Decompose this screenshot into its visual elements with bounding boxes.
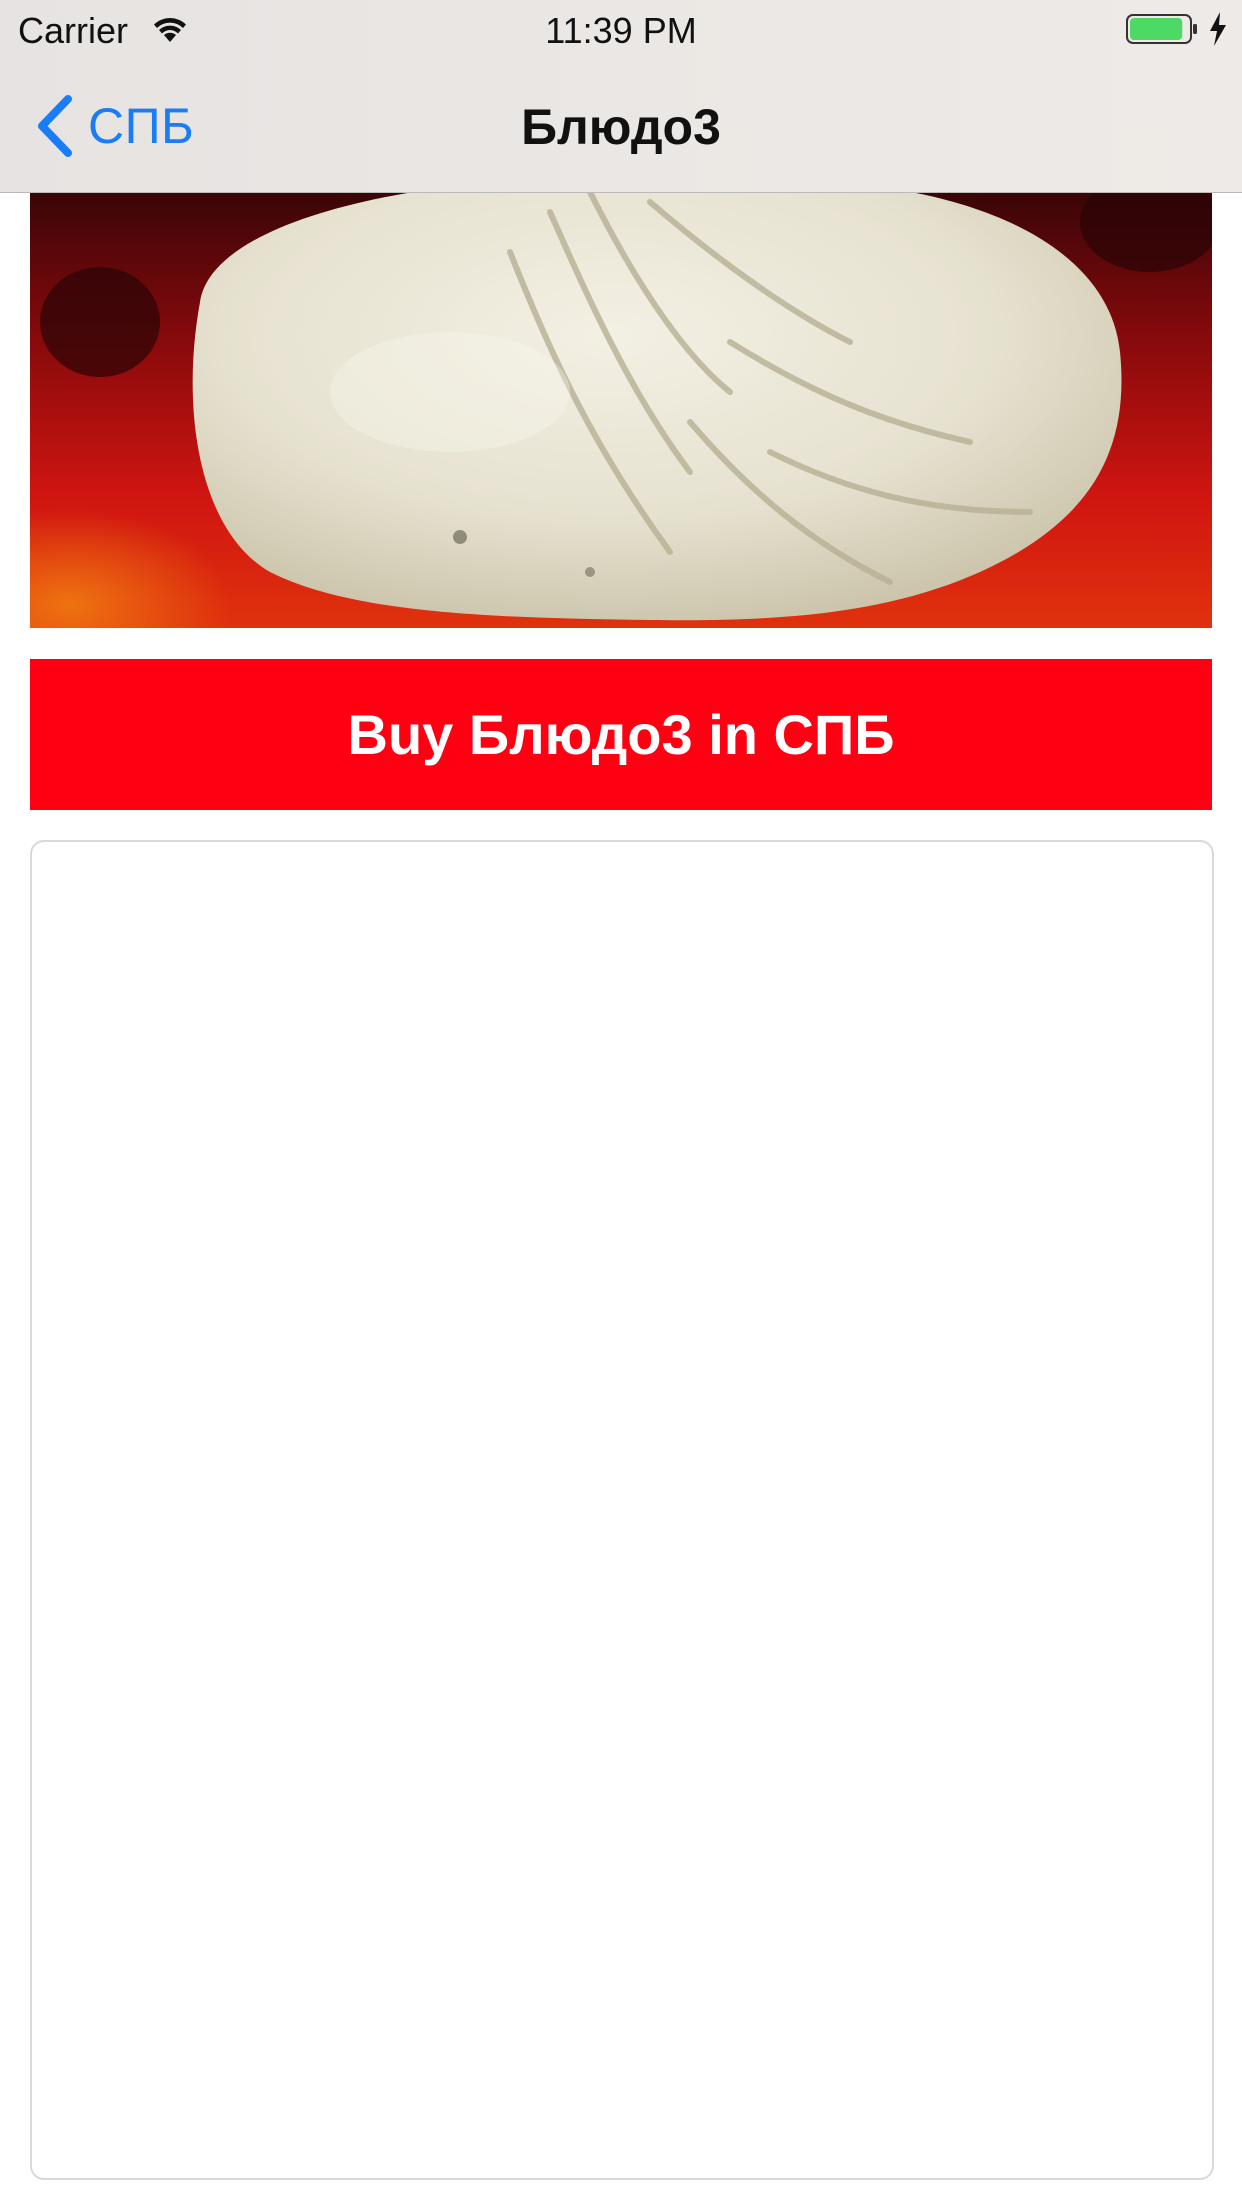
dumpling-image: [30, 192, 1212, 628]
content-panel: [30, 840, 1214, 2180]
charging-bolt-icon: [1210, 12, 1226, 46]
buy-button[interactable]: Buy Блюдо3 in СПБ: [30, 659, 1212, 810]
clock: 11:39 PM: [545, 10, 697, 51]
status-bar: Carrier 11:39 PM: [0, 0, 1242, 60]
dumpling-photo: [30, 192, 1212, 628]
navigation-bar: СПБ Блюдо3: [0, 60, 1242, 192]
battery-icon: [1126, 14, 1197, 44]
top-bar: Carrier 11:39 PM СПБ Блюдо3: [0, 0, 1242, 193]
page-title: Блюдо3: [521, 99, 721, 155]
